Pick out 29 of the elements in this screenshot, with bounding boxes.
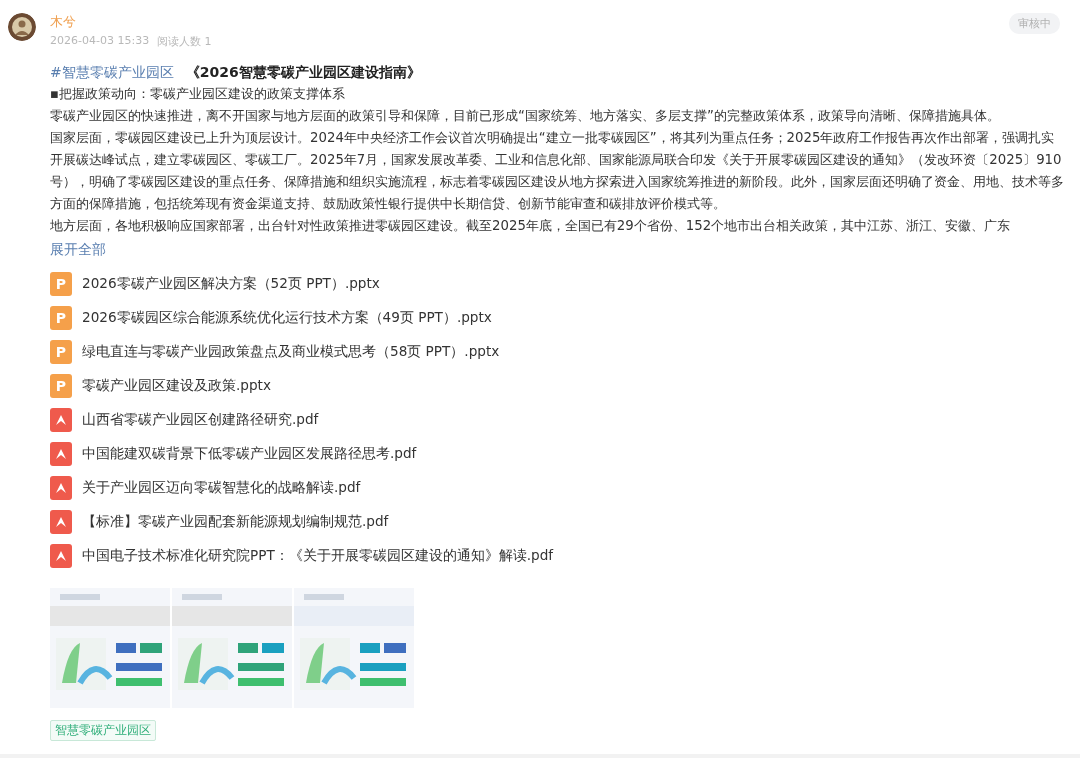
ppt-file-icon: P [50, 340, 72, 364]
file-link[interactable]: 山西省零碳产业园区创建路径研究.pdf [82, 411, 319, 429]
post-paragraph: 零碳产业园区的快速推进，离不开国家与地方层面的政策引导和保障，目前已形成“国家统筹、地方落实、多层支撑”的完整政策体系，政策导向清晰、保障措施具体。 [50, 107, 1001, 125]
ppt-file-icon: P [50, 272, 72, 296]
pdf-file-icon [50, 544, 72, 568]
post-paragraph: ▪把握政策动向：零碳产业园区建设的政策支撑体系 [50, 85, 346, 103]
file-link[interactable]: 关于产业园区迈向零碳智慧化的战略解读.pdf [82, 479, 361, 497]
pdf-file-icon [50, 476, 72, 500]
ppt-file-icon: P [50, 306, 72, 330]
file-link[interactable]: 零碳产业园区建设及政策.pptx [82, 377, 271, 395]
file-link[interactable]: 绿电直连与零碳产业园政策盘点及商业模式思考（58页 PPT）.pptx [82, 343, 500, 361]
pdf-file-icon [50, 408, 72, 432]
post-time: 2026-04-03 15:33 [50, 34, 150, 49]
file-link[interactable]: 中国能建双碳背景下低零碳产业园区发展路径思考.pdf [82, 445, 417, 463]
pdf-file-icon [50, 442, 72, 466]
topic-link[interactable]: #智慧零碳产业园区 [50, 61, 174, 83]
file-link[interactable]: 中国电子技术标准化研究院PPT：《关于开展零碳园区建设的通知》解读.pdf [82, 547, 554, 565]
file-link[interactable]: 【标准】零碳产业园配套新能源规划编制规范.pdf [82, 513, 389, 531]
file-link[interactable]: 2026零碳园区综合能源系统优化运行技术方案（49页 PPT）.pptx [82, 309, 492, 327]
post-paragraph: 地方层面，各地积极响应国家部署，出台针对性政策推进零碳园区建设。截至2025年底，全国已有29个省份、152个地市出台相关政策，其中江苏、浙江、安徽、广东 [50, 217, 1012, 235]
post-paragraph: 国家层面，零碳园区建设已上升为顶层设计。2024年中央经济工作会议首次明确提出“建立一批零碳园区”，将其列为重点任务；2025年政府工作报告再次作出部署，强调扎实开展碳达峰试点，建立零碳园区、零碳工厂。2025年7月，国家发展改革委、工业和信息化部、国家能源局联合印发《关于开展零碳园区建设的通知》（发改环资〔2025〕910号），明确了零碳园区建设的重点任务、保障措施和组织实施流程，标志着零碳园区建设从地方探索进入国家统筹推进的新阶段。此外，国家层面还明确了资金、用地、技术等多方面的保障措施，包括统筹现有资金渠道支持、鼓励政策性银行提供中长期信贷、创新节能审查和碳排放评价模式等。 [50, 129, 1065, 213]
expand-link[interactable]: 展开全部 [50, 241, 106, 259]
read-count: 阅读人数 1 [157, 34, 212, 49]
post-title: 《2026智慧零碳产业园区建设指南》 [185, 63, 421, 82]
status-badge: 审核中 [1009, 13, 1060, 34]
file-link[interactable]: 2026零碳产业园区解决方案（52页 PPT）.pptx [82, 275, 380, 293]
pdf-file-icon [50, 510, 72, 534]
avatar[interactable] [8, 13, 36, 41]
ppt-file-icon: P [50, 374, 72, 398]
